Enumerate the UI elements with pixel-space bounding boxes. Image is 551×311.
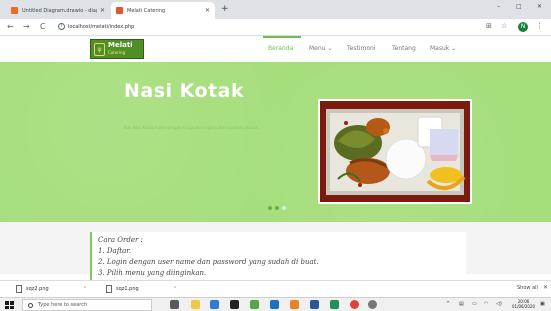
forward-button[interactable]: → [23, 22, 30, 32]
search-icon [28, 302, 33, 308]
show-all-downloads-button[interactable]: Show all [517, 285, 538, 291]
logo-name: Melati [108, 41, 133, 49]
tab-drawio[interactable]: Untitled Diagram.drawio - diagr... ✕ [6, 2, 110, 19]
tab-title: Untitled Diagram.drawio - diagr... [22, 7, 97, 14]
logo-text: Melati Catering [108, 42, 133, 56]
slide-dot-1[interactable] [268, 206, 272, 210]
drawio-favicon-icon [11, 7, 18, 14]
nav-testimoni[interactable]: Testimoni [347, 45, 375, 53]
store-icon[interactable] [230, 300, 239, 309]
hero-title: Nasi Kotak [124, 80, 245, 102]
maximize-button[interactable]: □ [516, 3, 522, 10]
order-instructions: Cara Order : 1. Daftar. 2. Login dengan … [90, 232, 466, 280]
order-section: Cara Order : 1. Daftar. 2. Login dengan … [0, 222, 551, 280]
task-view-icon[interactable] [170, 300, 179, 309]
download-item[interactable]: sqz1.png ⌃ [106, 284, 177, 294]
food-box-illustration [320, 101, 470, 202]
search-placeholder: Type here to search [38, 302, 88, 308]
download-bar: sqz2.png ⌃ sqz1.png ⌃ Show all ✕ [0, 280, 551, 297]
site-favicon-icon [116, 7, 123, 14]
order-step-2: 2. Login dengan user name dan password y… [98, 258, 319, 266]
close-download-bar-button[interactable]: ✕ [543, 284, 548, 291]
download-item[interactable]: sqz2.png ⌃ [16, 284, 87, 294]
download-filename: sqz1.png [116, 286, 139, 292]
browser-menu-icon[interactable]: ⋮ [536, 22, 543, 30]
notification-icon[interactable]: ▣ [540, 301, 545, 307]
nav-beranda[interactable]: Beranda [268, 45, 293, 53]
taskbar-search-box[interactable]: Type here to search [22, 299, 152, 311]
slide-dot-3-active[interactable] [282, 206, 286, 210]
app-icon[interactable] [270, 300, 279, 309]
word-icon[interactable] [310, 300, 319, 309]
slider-indicators [268, 206, 286, 210]
slide-dot-2[interactable] [275, 206, 279, 210]
file-explorer-icon[interactable] [191, 300, 200, 309]
browser-toolbar: ← → C i localhost/melati/index.php ⊞ ☆ N… [0, 19, 551, 36]
new-tab-button[interactable]: + [221, 3, 229, 15]
order-step-3: 3. Pilih menu yang diinginkan. [98, 269, 207, 277]
edge-icon[interactable] [210, 300, 219, 309]
app-icon[interactable] [250, 300, 259, 309]
translate-icon[interactable]: ⊞ [486, 22, 492, 30]
tray-chevron-up-icon[interactable]: ^ [446, 301, 450, 307]
app-icon[interactable] [368, 300, 377, 309]
close-window-button[interactable]: ✕ [537, 3, 542, 10]
nav-masuk-dropdown[interactable]: Masuk ⌄ [430, 45, 456, 53]
network-icon[interactable]: ▤ [459, 301, 464, 307]
order-heading: Cara Order : [98, 236, 143, 244]
chrome-icon[interactable] [350, 300, 359, 309]
browser-tabstrip: Untitled Diagram.drawio - diagr... ✕ Mel… [0, 0, 551, 19]
profile-avatar[interactable]: N [518, 22, 528, 32]
download-filename: sqz2.png [26, 286, 49, 292]
battery-icon[interactable]: ▭ [472, 301, 477, 307]
order-step-1: 1. Daftar. [98, 247, 132, 255]
windows-start-icon[interactable] [5, 301, 14, 309]
file-icon [106, 285, 112, 293]
nav-menu-dropdown[interactable]: Menu ⌄ [309, 45, 332, 53]
volume-icon[interactable]: ◁) [496, 301, 502, 307]
wifi-icon[interactable]: ◠ [484, 301, 488, 307]
file-icon [16, 285, 22, 293]
site-info-icon[interactable]: i [58, 23, 65, 30]
hero-slider: Nasi Kotak Kini Nasi Kotak hadir dengan … [0, 62, 551, 222]
tab-melati-catering[interactable]: Melati Catering ✕ [111, 2, 215, 19]
nasi-kotak-image [318, 99, 472, 204]
cutlery-logo-icon: ψ [94, 42, 105, 56]
nav-tentang[interactable]: Tentang [392, 45, 416, 53]
logo-tagline: Catering [108, 50, 126, 55]
windows-taskbar: Type here to search ^ ▤ ▭ ◠ ◁) 20:06 01/… [0, 297, 551, 311]
close-tab-icon[interactable]: ✕ [100, 7, 105, 14]
taskbar-clock[interactable]: 20:06 01/06/2020 [512, 299, 535, 309]
tab-title: Melati Catering [127, 7, 166, 14]
clock-date: 01/06/2020 [512, 304, 536, 309]
site-navbar: ψ Melati Catering Beranda Menu ⌄ Testimo… [0, 36, 551, 62]
active-nav-indicator [263, 36, 301, 38]
bookmark-star-icon[interactable]: ☆ [501, 22, 507, 30]
app-icon[interactable] [290, 300, 299, 309]
back-button[interactable]: ← [7, 22, 14, 32]
reload-button[interactable]: C [40, 22, 46, 32]
minimize-button[interactable]: – [497, 3, 500, 10]
site-logo[interactable]: ψ Melati Catering [90, 39, 144, 59]
address-bar[interactable]: localhost/melati/index.php [68, 23, 134, 31]
close-tab-icon[interactable]: ✕ [205, 7, 210, 14]
hero-subtitle: Kini Nasi Kotak hadir dengan harga terja… [124, 125, 260, 130]
app-icon[interactable] [330, 300, 339, 309]
chevron-up-icon[interactable]: ⌃ [173, 286, 177, 292]
chevron-up-icon[interactable]: ⌃ [83, 286, 87, 292]
